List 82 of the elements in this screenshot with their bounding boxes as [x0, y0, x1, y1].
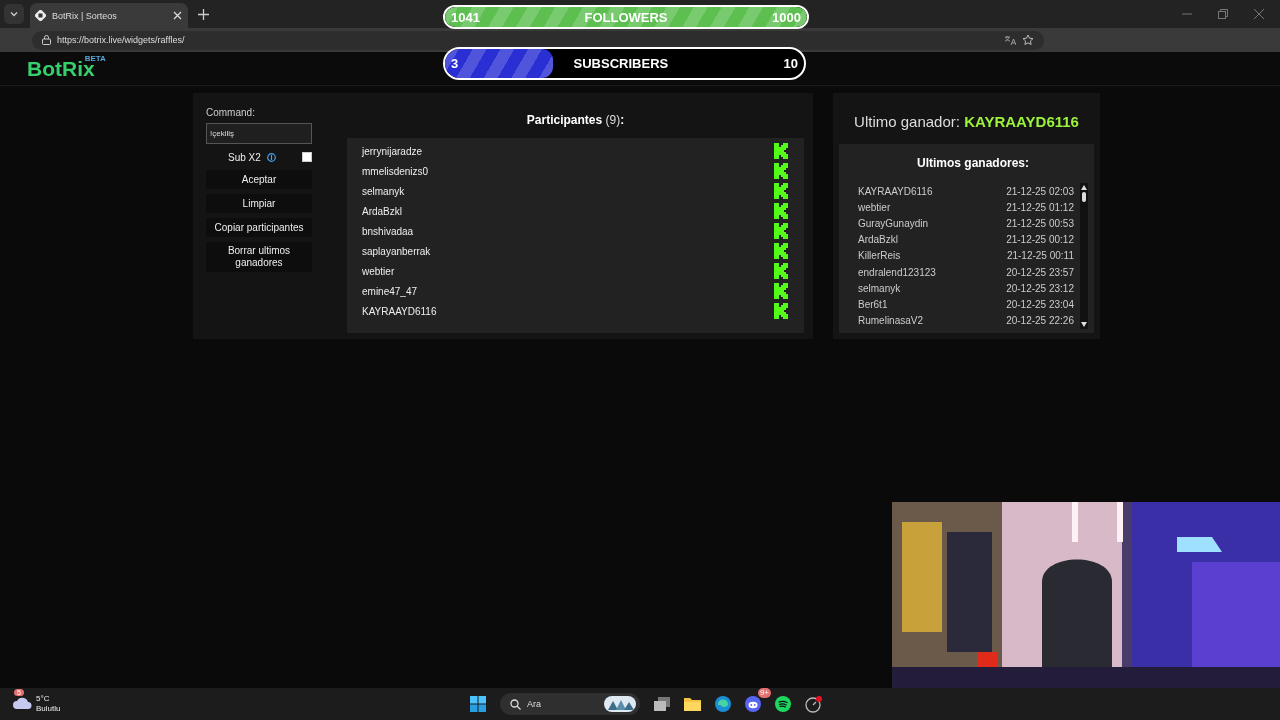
action-button[interactable]: Aceptar — [206, 170, 312, 189]
winner-name: webtier — [858, 201, 891, 213]
kick-icon — [774, 203, 788, 219]
winner-name: GurayGunaydin — [858, 217, 929, 229]
sub-x2-label: Sub X2 — [228, 151, 261, 163]
participant-name: webtier — [362, 265, 395, 277]
winner-time: 21-12-25 01:12 — [1006, 201, 1074, 213]
participant-name: selmanyk — [362, 185, 405, 197]
winner-time: 20-12-25 22:26 — [1006, 315, 1074, 327]
tab-list-button[interactable] — [4, 4, 24, 24]
kick-icon — [774, 243, 788, 259]
goal-label: SUBSCRIBERS — [573, 56, 669, 71]
last-winner-name: KAYRAAYD6116 — [964, 113, 1079, 130]
command-label: Command: — [206, 107, 256, 118]
winner-name: Ber6t1 — [858, 298, 888, 310]
weather-condition: Bulutlu — [36, 704, 61, 714]
goal-current: 3 — [451, 56, 459, 71]
cloud-icon — [12, 695, 32, 709]
kick-icon — [774, 163, 788, 179]
scroll-down-icon[interactable] — [1081, 321, 1087, 327]
winner-time: 21-12-25 00:11 — [1006, 250, 1074, 262]
goal-label: FOLLOWERS — [584, 9, 668, 25]
search-icon — [510, 698, 521, 710]
winner-name: selmanyk — [858, 282, 901, 294]
goal-current: 1041 — [451, 9, 480, 25]
kick-icon — [774, 183, 788, 199]
kick-icon — [774, 283, 788, 299]
action-button[interactable]: Borrar ultimos ganadores — [206, 242, 312, 272]
task-view-icon[interactable] — [654, 697, 670, 711]
command-field[interactable]: !çekiliş — [206, 123, 312, 144]
participant-name: KAYRAAYD6116 — [362, 305, 437, 317]
folder-icon[interactable] — [684, 697, 701, 711]
winner-time: 20-12-25 23:57 — [1006, 266, 1074, 278]
browser-icon[interactable] — [715, 696, 731, 712]
winner-time: 21-12-25 00:12 — [1006, 234, 1074, 246]
notification-badge: 9+ — [757, 688, 771, 698]
chevron-icon — [9, 9, 19, 19]
participants-title: Participantes (9): — [525, 112, 626, 129]
winner-time: 20-12-25 23:04 — [1006, 298, 1074, 310]
action-button[interactable]: Copiar participantes — [206, 218, 312, 237]
temperature: 5°C — [36, 694, 51, 704]
kick-icon — [774, 223, 788, 239]
participant-name: saplayanberrak — [362, 245, 431, 257]
start-icon[interactable] — [470, 696, 486, 712]
music-app-icon[interactable] — [775, 696, 791, 712]
participant-name: bnshivadaa — [362, 225, 414, 237]
winner-time: 20-12-25 23:12 — [1006, 282, 1074, 294]
scrollbar[interactable] — [1080, 183, 1088, 329]
participant-name: ArdaBzkl — [362, 205, 402, 217]
kick-icon — [774, 263, 788, 279]
browser-tab[interactable]: BotRix | Sorteos — [30, 3, 188, 28]
goal-target: 1000 — [772, 9, 801, 25]
sub-x2-checkbox[interactable] — [302, 152, 312, 162]
winner-name: endralend123123 — [858, 266, 936, 278]
participant-name: jerrynijaradze — [362, 145, 423, 157]
scroll-up-icon[interactable] — [1081, 185, 1087, 190]
close-icon[interactable] — [1254, 9, 1264, 19]
translate-icon[interactable] — [1004, 34, 1016, 46]
action-button[interactable]: Limpiar — [206, 194, 312, 213]
site-favicon-icon — [35, 10, 46, 21]
winner-name: KillerReis — [858, 250, 901, 262]
chat-app-icon[interactable] — [745, 696, 761, 712]
restore-icon[interactable] — [1218, 9, 1228, 19]
info-icon[interactable] — [266, 152, 276, 162]
participant-name: mmelisdenizs0 — [362, 165, 429, 177]
address-bar[interactable]: https://botrix.live/widgets/raffles/ — [32, 30, 1044, 50]
last-winner-label: Ultimo ganador: — [854, 113, 960, 130]
winner-time: 21-12-25 02:03 — [1006, 185, 1074, 197]
winners-title: Ultimos ganadores: — [916, 155, 1030, 172]
star-icon[interactable] — [1022, 34, 1034, 46]
app-icon[interactable] — [805, 695, 822, 713]
kick-icon — [774, 303, 788, 319]
kick-icon — [774, 143, 788, 159]
participant-name: emine47_47 — [362, 285, 418, 297]
winner-name: ArdaBzkl — [858, 234, 898, 246]
winner-name: KAYRAAYD6116 — [858, 185, 933, 197]
search-field[interactable]: Ara — [500, 693, 640, 715]
lock-icon — [42, 35, 51, 45]
goal-target: 10 — [783, 56, 798, 71]
new-tab-icon[interactable] — [198, 9, 209, 20]
winner-name: RumelinasaV2 — [858, 315, 924, 327]
winner-time: 21-12-25 00:53 — [1006, 217, 1074, 229]
